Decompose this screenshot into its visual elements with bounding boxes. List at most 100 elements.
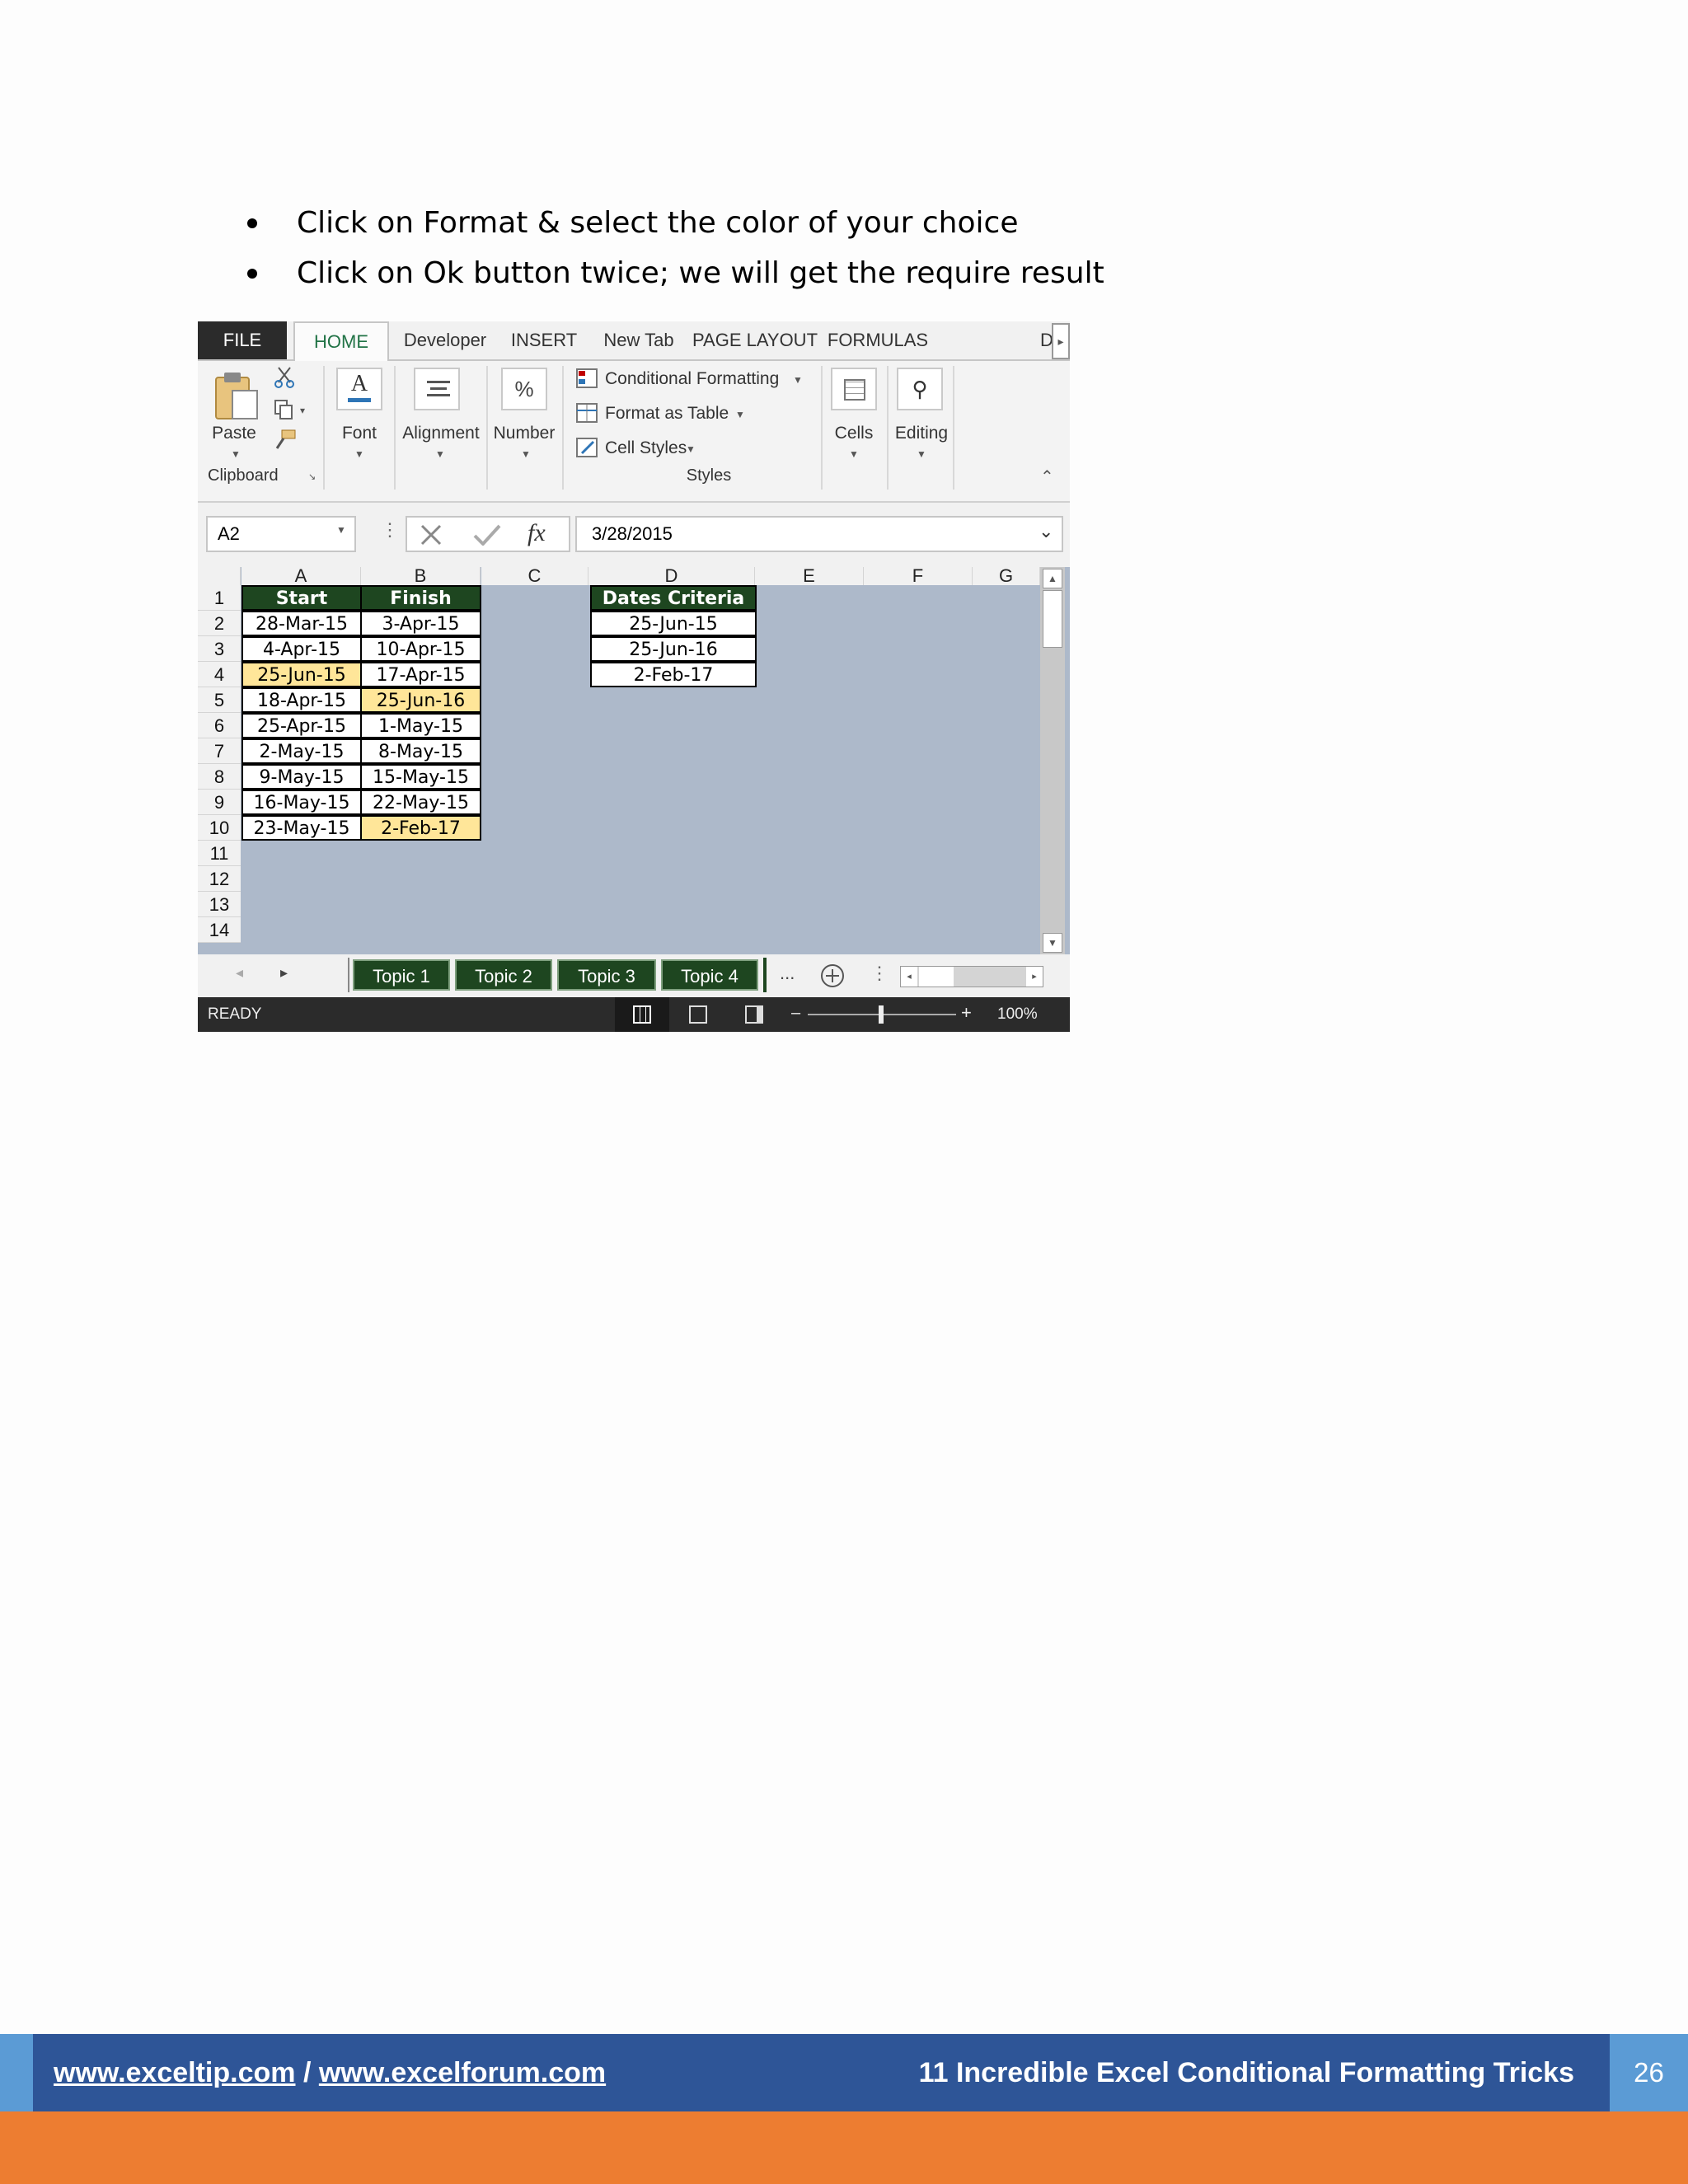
- cell-start[interactable]: 23-May-15: [241, 815, 362, 841]
- row-header-12[interactable]: 12: [198, 866, 241, 892]
- enter-check-icon[interactable]: [473, 524, 501, 546]
- more-options-icon[interactable]: ⋮: [381, 519, 399, 541]
- cell-start[interactable]: 9-May-15: [241, 764, 362, 790]
- horizontal-scrollbar[interactable]: ◂ ▸: [900, 966, 1043, 987]
- cell-start[interactable]: 4-Apr-15: [241, 636, 362, 662]
- cell-finish[interactable]: 2-Feb-17: [360, 815, 481, 841]
- collapse-ribbon-icon[interactable]: ⌃: [1040, 466, 1054, 487]
- paste-label[interactable]: Paste: [209, 424, 259, 443]
- conditional-formatting-label[interactable]: Conditional Formatting: [605, 369, 779, 389]
- zoom-out-icon[interactable]: –: [791, 1004, 800, 1023]
- number-label[interactable]: Number: [490, 424, 559, 443]
- row-header-11[interactable]: 11: [198, 841, 241, 866]
- tab-insert[interactable]: INSERT: [504, 321, 584, 359]
- exceltip-link[interactable]: www.exceltip.com: [54, 2057, 296, 2088]
- format-as-table-dropdown-icon[interactable]: ▼: [735, 409, 745, 420]
- page-layout-view-icon[interactable]: [689, 1005, 707, 1024]
- row-header-9[interactable]: 9: [198, 790, 241, 815]
- row-header-8[interactable]: 8: [198, 764, 241, 790]
- cells-icon[interactable]: [831, 368, 877, 410]
- next-sheet-icon[interactable]: ▸: [280, 964, 288, 982]
- excelforum-link[interactable]: www.excelforum.com: [319, 2057, 606, 2088]
- cell-finish[interactable]: 1-May-15: [360, 713, 481, 738]
- conditional-formatting-dropdown-icon[interactable]: ▼: [793, 374, 803, 386]
- name-box[interactable]: A2: [206, 516, 356, 552]
- cell-finish[interactable]: 25-Jun-16: [360, 687, 481, 713]
- expand-formula-icon[interactable]: ⌄: [1039, 521, 1053, 542]
- column-header-d[interactable]: D: [588, 567, 755, 585]
- cells-label[interactable]: Cells: [824, 424, 884, 443]
- scroll-thumb[interactable]: [1043, 590, 1062, 648]
- cell-styles-icon[interactable]: [575, 437, 600, 458]
- zoom-level[interactable]: 100%: [997, 997, 1038, 1032]
- font-label[interactable]: Font: [328, 424, 391, 443]
- column-header-a[interactable]: A: [241, 567, 361, 585]
- cell-finish[interactable]: 17-Apr-15: [360, 662, 481, 687]
- more-sheets-button[interactable]: ...: [780, 963, 795, 984]
- font-dropdown-icon[interactable]: ▼: [354, 448, 364, 460]
- scroll-right-icon[interactable]: ▸: [1026, 967, 1043, 987]
- cell-finish[interactable]: 10-Apr-15: [360, 636, 481, 662]
- name-box-dropdown-icon[interactable]: ▼: [336, 524, 346, 536]
- tab-formulas[interactable]: FORMULAS: [824, 321, 931, 359]
- row-header-13[interactable]: 13: [198, 892, 241, 917]
- conditional-formatting-icon[interactable]: [575, 368, 600, 389]
- format-as-table-label[interactable]: Format as Table: [605, 404, 729, 424]
- zoom-slider-thumb[interactable]: [879, 1005, 884, 1024]
- tab-file[interactable]: FILE: [198, 321, 287, 359]
- format-as-table-icon[interactable]: [575, 402, 600, 424]
- row-header-4[interactable]: 4: [198, 662, 241, 687]
- select-all-corner[interactable]: [198, 567, 241, 585]
- tab-developer[interactable]: Developer: [396, 321, 495, 359]
- insert-function-icon[interactable]: fx: [528, 519, 546, 547]
- number-dropdown-icon[interactable]: ▼: [521, 448, 531, 460]
- cell-start[interactable]: 16-May-15: [241, 790, 362, 815]
- binoculars-icon[interactable]: ⚲: [897, 368, 943, 410]
- row-header-3[interactable]: 3: [198, 636, 241, 662]
- row-header-1[interactable]: 1: [198, 585, 241, 611]
- alignment-icon[interactable]: [414, 368, 460, 410]
- tab-page-layout[interactable]: PAGE LAYOUT: [692, 321, 818, 359]
- editing-label[interactable]: Editing: [889, 424, 954, 443]
- copy-icon[interactable]: ▾: [272, 399, 310, 420]
- vertical-scrollbar[interactable]: ▲ ▼: [1040, 567, 1065, 954]
- cell-finish[interactable]: 15-May-15: [360, 764, 481, 790]
- cell-styles-dropdown-icon[interactable]: ▼: [686, 443, 696, 455]
- page-break-view-icon[interactable]: [745, 1005, 763, 1024]
- row-header-5[interactable]: 5: [198, 687, 241, 713]
- format-painter-icon[interactable]: [274, 429, 298, 450]
- column-header-b[interactable]: B: [361, 567, 481, 585]
- alignment-dropdown-icon[interactable]: ▼: [435, 448, 445, 460]
- h-scroll-thumb[interactable]: [919, 967, 954, 987]
- scroll-down-icon[interactable]: ▼: [1043, 933, 1062, 953]
- cell-styles-label[interactable]: Cell Styles: [605, 438, 687, 458]
- split-handle-icon[interactable]: ⋮: [870, 963, 889, 984]
- cell-criteria[interactable]: 25-Jun-15: [590, 611, 757, 636]
- row-header-14[interactable]: 14: [198, 917, 241, 943]
- clipboard-launcher-icon[interactable]: ↘: [308, 471, 316, 482]
- cell-criteria[interactable]: 2-Feb-17: [590, 662, 757, 687]
- cell-start[interactable]: 2-May-15: [241, 738, 362, 764]
- sheet-tab-topic-1[interactable]: Topic 1: [353, 959, 450, 991]
- scroll-up-icon[interactable]: ▲: [1043, 569, 1062, 588]
- column-header-e[interactable]: E: [755, 567, 864, 585]
- cell-start[interactable]: 28-Mar-15: [241, 611, 362, 636]
- editing-dropdown-icon[interactable]: ▼: [917, 448, 926, 460]
- row-header-10[interactable]: 10: [198, 815, 241, 841]
- sheet-tab-topic-3[interactable]: Topic 3: [557, 959, 656, 991]
- normal-view-icon[interactable]: [615, 997, 669, 1032]
- cell-start[interactable]: 18-Apr-15: [241, 687, 362, 713]
- percent-icon[interactable]: %: [501, 368, 547, 410]
- tab-scroll-right-icon[interactable]: ▸: [1052, 323, 1070, 359]
- paste-icon[interactable]: [213, 369, 260, 420]
- row-header-6[interactable]: 6: [198, 713, 241, 738]
- cancel-icon[interactable]: [419, 524, 443, 546]
- row-header-7[interactable]: 7: [198, 738, 241, 764]
- paste-dropdown-icon[interactable]: ▼: [231, 448, 241, 460]
- cell-finish[interactable]: 8-May-15: [360, 738, 481, 764]
- cut-icon[interactable]: [274, 366, 297, 389]
- sheet-tab-topic-2[interactable]: Topic 2: [455, 959, 552, 991]
- alignment-label[interactable]: Alignment: [397, 424, 485, 443]
- cell-start[interactable]: 25-Jun-15: [241, 662, 362, 687]
- tab-home[interactable]: HOME: [293, 321, 389, 361]
